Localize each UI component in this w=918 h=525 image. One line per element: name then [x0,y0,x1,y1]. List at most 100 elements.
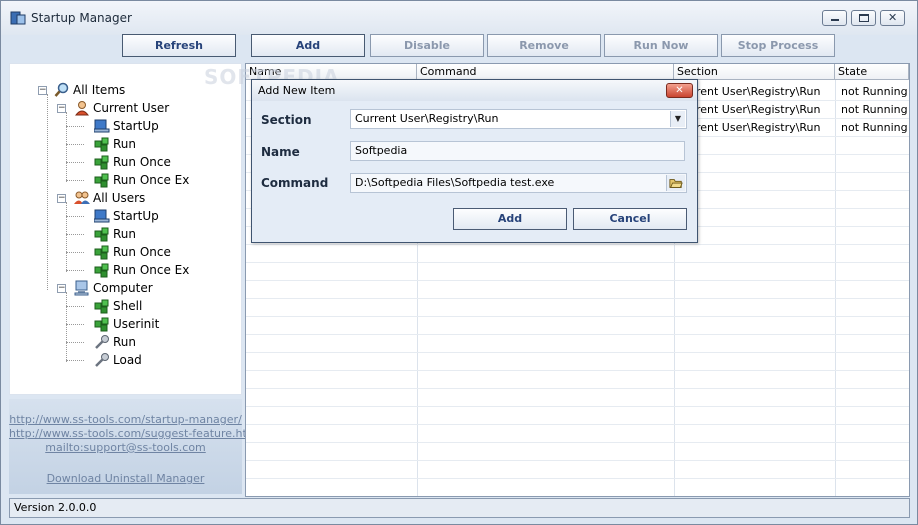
tree-connector [66,216,84,217]
dialog-title: Add New Item [258,84,336,97]
title-bar: Startup Manager ✕ [1,1,917,35]
support-email-link[interactable]: mailto:support@ss-tools.com [9,441,242,454]
chevron-down-icon: ▼ [670,111,685,127]
table-row [246,371,909,389]
tree-connector [66,270,84,271]
name-input[interactable]: Softpedia [350,141,685,161]
dialog-close-button[interactable]: ✕ [666,83,693,98]
column-header-state[interactable]: State [835,64,909,80]
command-input[interactable]: D:\Softpedia Files\Softpedia test.exe [350,173,687,193]
links-panel: http://www.ss-tools.com/startup-manager/… [9,399,261,494]
table-row [246,443,909,461]
registry-cubes-icon [94,155,109,170]
table-row [246,389,909,407]
tree-connector [66,234,84,235]
column-header-command[interactable]: Command [417,64,674,80]
section-select-value: Current User\Registry\Run [355,112,499,125]
refresh-button[interactable]: Refresh [122,34,236,57]
stop-process-button[interactable]: Stop Process [721,34,835,57]
section-cell: Current User\Registry\Run [677,103,821,116]
tree-connector [66,342,84,343]
category-tree: − − − − All Items Current User StartUp R… [9,63,242,395]
tree-connector [66,126,84,127]
tree-connector [66,292,67,362]
gear-wrench-icon [95,353,109,367]
column-header-section[interactable]: Section [674,64,835,80]
download-uninstall-link[interactable]: Download Uninstall Manager [9,472,242,485]
add-new-item-dialog: Add New Item ✕ Section Current User\Regi… [251,79,698,243]
registry-cubes-icon [94,299,109,314]
suggest-feature-link[interactable]: http://www.ss-tools.com/suggest-feature.… [9,427,261,440]
registry-cubes-icon [94,263,109,278]
user-icon [74,101,90,116]
tree-connector [47,94,48,290]
startup-manager-link[interactable]: http://www.ss-tools.com/startup-manager/ [9,413,242,426]
tree-connector [66,202,67,272]
tree-connector [66,180,84,181]
registry-cubes-icon [94,317,109,332]
minimize-icon [831,19,839,21]
remove-button[interactable]: Remove [487,34,601,57]
table-row [246,281,909,299]
magnifier-icon [54,82,69,97]
startup-folder-icon [94,119,110,133]
window-title: Startup Manager [31,11,132,25]
maximize-icon [859,14,869,22]
tree-connector [66,324,84,325]
table-row [246,263,909,281]
disable-button[interactable]: Disable [370,34,484,57]
table-row [246,245,909,263]
table-row [246,425,909,443]
tree-connector [66,306,84,307]
startup-manager-window: Startup Manager ✕ Refresh Add Disable Re… [0,0,918,525]
registry-cubes-icon [94,227,109,242]
name-label: Name [261,145,300,159]
registry-cubes-icon [94,173,109,188]
registry-cubes-icon [94,245,109,260]
close-icon: ✕ [888,11,898,24]
table-row [246,299,909,317]
startup-folder-icon [94,209,110,223]
expand-toggle-current-user[interactable]: − [57,104,66,113]
status-bar: Version 2.0.0.0 [9,498,910,518]
expand-toggle-all-users[interactable]: − [57,194,66,203]
command-label: Command [261,176,329,190]
maximize-button[interactable] [851,10,876,26]
section-label: Section [261,113,312,127]
users-group-icon [74,191,90,204]
computer-icon [74,280,89,296]
dialog-add-button[interactable]: Add [453,208,567,230]
close-icon: ✕ [675,85,684,96]
version-label: Version 2.0.0.0 [14,501,97,514]
table-row [246,479,909,496]
section-cell: Current User\Registry\Run [677,85,821,98]
section-cell: Current User\Registry\Run [677,121,821,134]
minimize-button[interactable] [822,10,847,26]
table-row [246,407,909,425]
table-row [246,317,909,335]
command-input-value: D:\Softpedia Files\Softpedia test.exe [355,176,555,189]
tree-connector [66,162,84,163]
dialog-title-bar: Add New Item ✕ [252,80,697,101]
run-now-button[interactable]: Run Now [604,34,718,57]
add-button[interactable]: Add [251,34,365,57]
app-icon [10,11,26,25]
tree-connector [66,252,84,253]
tree-connector [66,144,84,145]
table-row [246,335,909,353]
gear-wrench-icon [95,335,109,349]
browse-button[interactable] [666,175,685,191]
grid-header: Name Command Section State [246,64,909,80]
registry-cubes-icon [94,137,109,152]
expand-toggle-computer[interactable]: − [57,284,66,293]
section-select[interactable]: Current User\Registry\Run ▼ [350,109,687,129]
table-row [246,353,909,371]
tree-connector [66,360,84,361]
dialog-cancel-button[interactable]: Cancel [573,208,687,230]
expand-toggle-all-items[interactable]: − [38,86,47,95]
close-button[interactable]: ✕ [880,10,905,26]
state-cell: not Running [841,103,908,116]
tree-connector [66,112,67,182]
state-cell: not Running [841,121,908,134]
open-folder-icon [669,179,683,188]
